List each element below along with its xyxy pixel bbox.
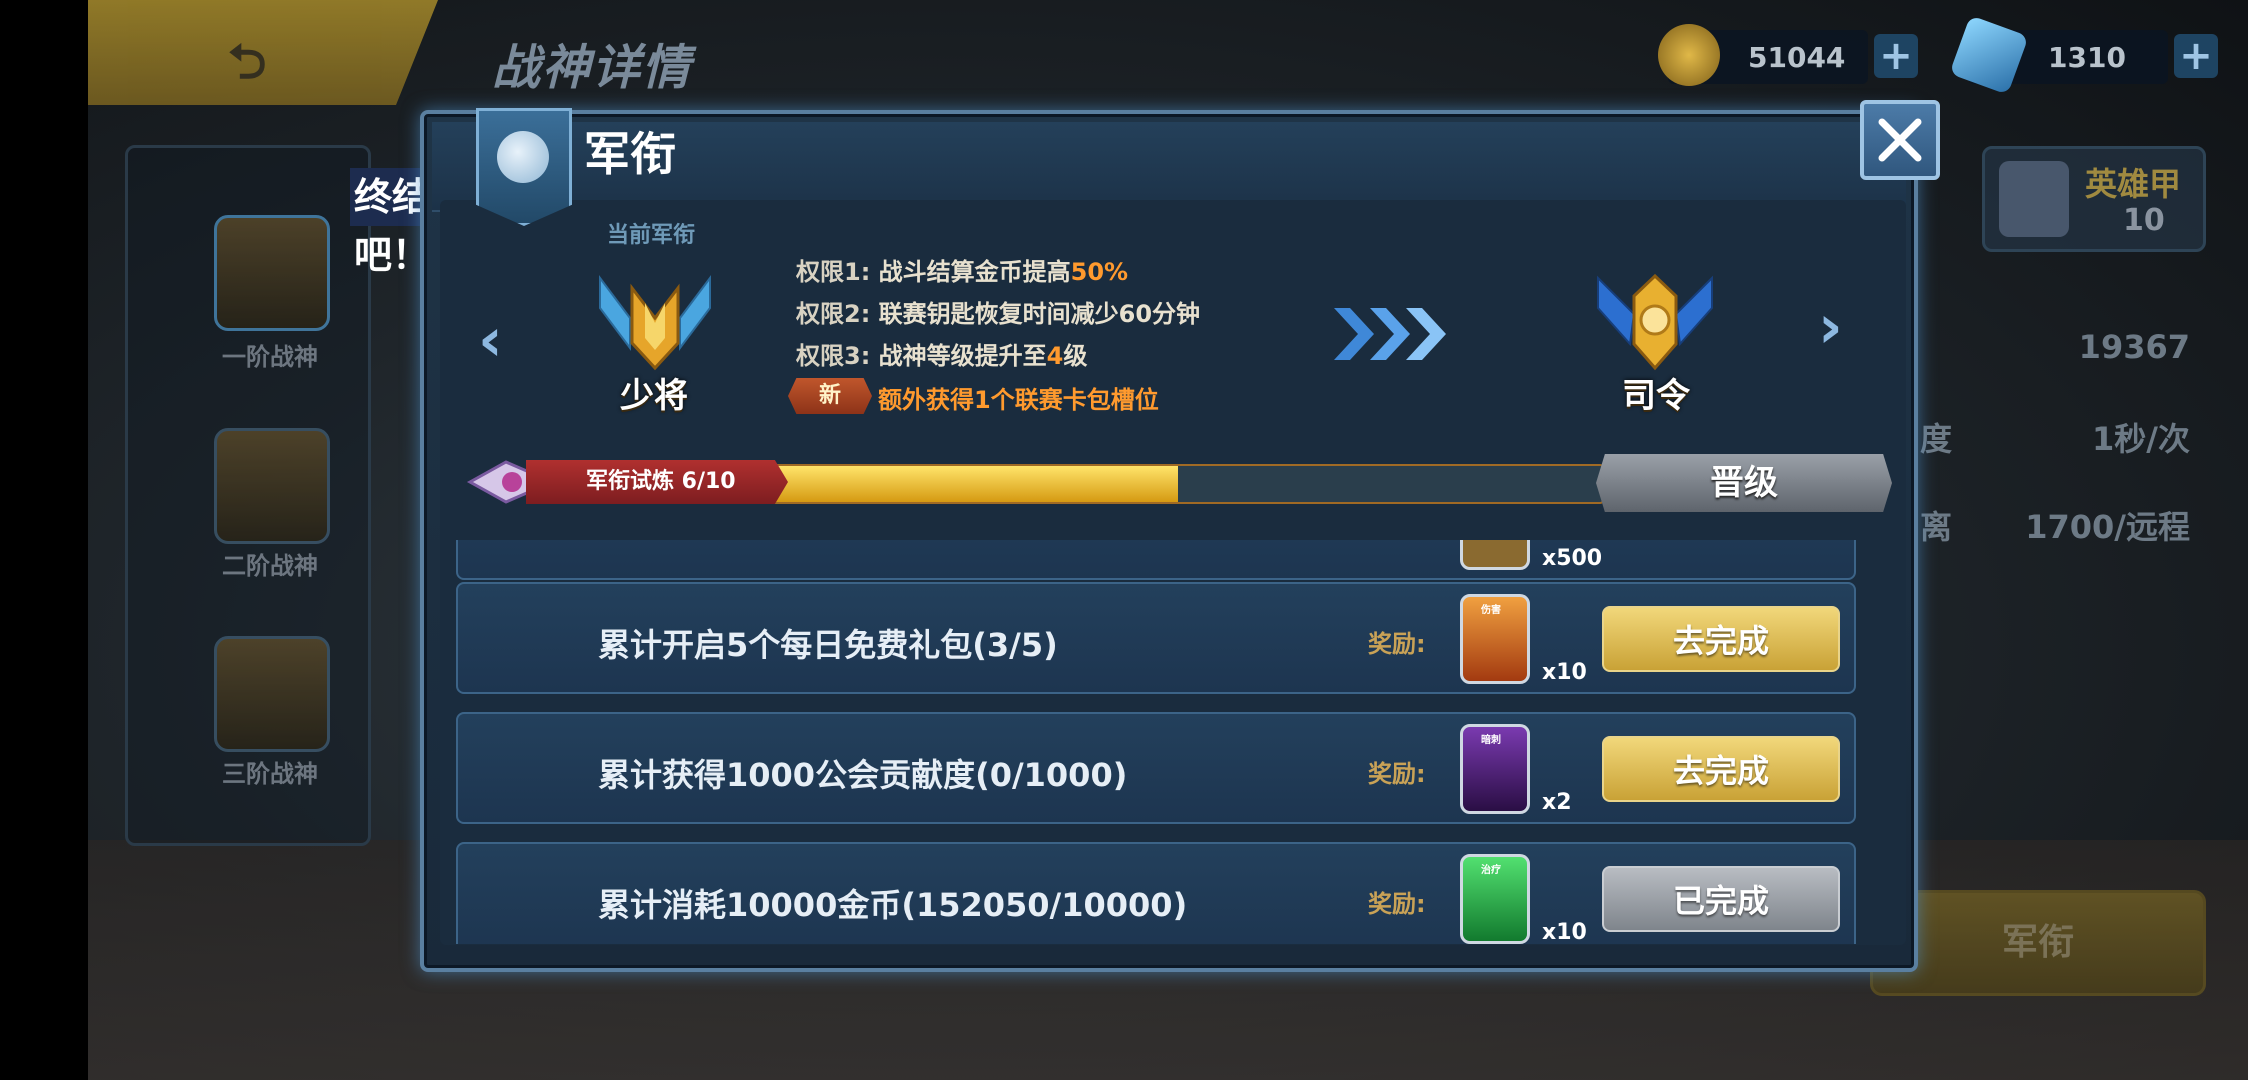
- task-description: 累计开启5个每日免费礼包(3/5): [598, 626, 1058, 664]
- gold-amount: 51044: [1748, 40, 1846, 74]
- tier-2-portrait[interactable]: [214, 428, 330, 544]
- upgrade-arrows-icon: [1334, 308, 1446, 360]
- gold-coin-icon: [1658, 24, 1720, 86]
- reward-label: 奖励:: [1368, 630, 1426, 658]
- hero-armor-count: 10: [2123, 203, 2165, 238]
- stat-row: 19367: [2078, 328, 2190, 366]
- next-rank-emblem-icon: [1597, 273, 1713, 371]
- permission-1: 权限1: 战斗结算金币提高50%: [796, 258, 1129, 286]
- tier-3-portrait[interactable]: [214, 636, 330, 752]
- go-complete-button[interactable]: 去完成: [1602, 736, 1840, 802]
- tier-1-label: 一阶战神: [222, 343, 318, 371]
- current-rank-label: 当前军衔: [607, 223, 696, 248]
- new-badge: 新: [788, 378, 872, 414]
- next-rank-name: 司令: [1622, 376, 1690, 416]
- hero-armor-label: 英雄甲: [2085, 165, 2182, 203]
- prev-rank-arrow[interactable]: ‹: [478, 305, 503, 375]
- stat-row: 离 1700/远程: [1920, 508, 2190, 546]
- tier-1-portrait[interactable]: [214, 215, 330, 331]
- gold-counter: 51044 +: [1658, 24, 1918, 86]
- promote-button[interactable]: 晋级: [1596, 454, 1892, 512]
- trial-label: 军衔试炼 6/10: [526, 460, 788, 504]
- rank-badge-icon: [476, 108, 572, 226]
- task-row: x500: [456, 540, 1856, 580]
- next-rank-arrow[interactable]: ›: [1818, 292, 1843, 362]
- task-row: 累计获得1000公会贡献度(0/1000) 奖励: 暗刺 x2 去完成: [456, 712, 1856, 824]
- current-rank-emblem-icon: [599, 275, 711, 371]
- task-description: 累计消耗10000金币(152050/10000): [598, 886, 1188, 924]
- reward-card-icon: [1460, 540, 1530, 570]
- back-button[interactable]: ⮌: [88, 0, 438, 105]
- dialog-title: 军衔: [584, 127, 676, 181]
- close-button[interactable]: [1860, 100, 1940, 180]
- completed-button: 已完成: [1602, 866, 1840, 932]
- close-icon: [1878, 118, 1922, 162]
- reward-quantity: x10: [1542, 920, 1587, 944]
- reward-quantity: x10: [1542, 660, 1587, 685]
- armor-icon: [1999, 161, 2069, 237]
- permission-3: 权限3: 战神等级提升至4级: [796, 342, 1088, 370]
- add-gold-button[interactable]: +: [1874, 34, 1918, 78]
- reward-quantity: x2: [1542, 790, 1572, 815]
- heal-card-icon: 治疗: [1460, 854, 1530, 944]
- tier-3-label: 三阶战神: [222, 760, 318, 788]
- diamond-counter: 1310 +: [1949, 15, 2218, 95]
- hero-armor-badge[interactable]: 英雄甲 10: [1982, 146, 2206, 252]
- go-complete-button[interactable]: 去完成: [1602, 606, 1840, 672]
- assassin-card-icon: 暗刺: [1460, 724, 1530, 814]
- task-row: 累计开启5个每日免费礼包(3/5) 奖励: 伤害 x10 去完成: [456, 582, 1856, 694]
- task-row: 累计消耗10000金币(152050/10000) 奖励: 治疗 x10 已完成: [456, 842, 1856, 944]
- diamond-amount: 1310: [2048, 40, 2126, 74]
- tier-2-label: 二阶战神: [222, 552, 318, 580]
- rank-button[interactable]: 军衔: [1870, 890, 2206, 996]
- page-title: 战神详情: [492, 40, 693, 96]
- add-diamond-button[interactable]: +: [2174, 34, 2218, 78]
- task-description: 累计获得1000公会贡献度(0/1000): [598, 756, 1128, 794]
- permission-2: 权限2: 联赛钥匙恢复时间减少60分钟: [796, 300, 1201, 328]
- new-permission: 额外获得1个联赛卡包槽位: [878, 386, 1159, 414]
- reward-label: 奖励:: [1368, 890, 1426, 918]
- back-arrow-icon: ⮌: [228, 34, 267, 90]
- current-rank-name: 少将: [620, 376, 688, 416]
- reward-label: 奖励:: [1368, 760, 1426, 788]
- task-list[interactable]: x500 累计开启5个每日免费礼包(3/5) 奖励: 伤害 x10 去完成 累计…: [456, 540, 1856, 944]
- stat-row: 度 1秒/次: [1920, 420, 2190, 458]
- damage-card-icon: 伤害: [1460, 594, 1530, 684]
